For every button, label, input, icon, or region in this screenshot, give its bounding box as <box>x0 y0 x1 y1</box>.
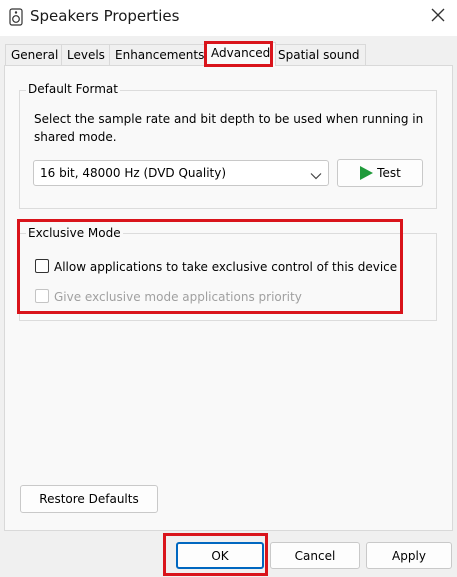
window-title: Speakers Properties <box>30 7 180 25</box>
cancel-button[interactable]: Cancel <box>270 542 360 569</box>
default-format-description: Select the sample rate and bit depth to … <box>34 110 423 146</box>
tab-spatial-sound[interactable]: Spatial sound <box>272 44 366 65</box>
exclusive-mode-group <box>19 233 437 321</box>
restore-defaults-button[interactable]: Restore Defaults <box>20 485 158 513</box>
tab-advanced[interactable]: Advanced <box>205 42 277 66</box>
test-button[interactable]: Test <box>337 159 423 187</box>
exclusive-control-checkbox[interactable] <box>35 259 49 273</box>
play-icon <box>359 166 374 180</box>
close-button[interactable] <box>422 4 454 28</box>
default-format-select[interactable]: 16 bit, 48000 Hz (DVD Quality) <box>33 160 329 186</box>
tab-levels[interactable]: Levels <box>61 44 111 65</box>
exclusive-control-label[interactable]: Allow applications to take exclusive con… <box>54 260 397 274</box>
close-icon <box>431 8 445 25</box>
description-line-1: Select the sample rate and bit depth to … <box>34 112 424 126</box>
chevron-down-icon <box>310 169 322 180</box>
default-format-group <box>19 90 437 209</box>
exclusive-priority-label[interactable]: Give exclusive mode applications priorit… <box>54 290 302 304</box>
tab-general[interactable]: General <box>5 44 65 65</box>
default-format-label: Default Format <box>26 82 120 96</box>
default-format-value: 16 bit, 48000 Hz (DVD Quality) <box>40 166 227 180</box>
tab-enhancements[interactable]: Enhancements <box>109 44 211 65</box>
speakers-properties-window: Speakers Properties General Levels Enhan… <box>0 0 457 577</box>
ok-button[interactable]: OK <box>176 542 264 569</box>
apply-button[interactable]: Apply <box>366 542 452 569</box>
test-button-label: Test <box>377 166 401 180</box>
title-bar: Speakers Properties <box>0 0 457 36</box>
speaker-icon <box>9 8 23 26</box>
description-line-2: shared mode. <box>34 130 117 144</box>
exclusive-priority-checkbox[interactable] <box>35 289 49 303</box>
exclusive-mode-label: Exclusive Mode <box>26 226 123 240</box>
